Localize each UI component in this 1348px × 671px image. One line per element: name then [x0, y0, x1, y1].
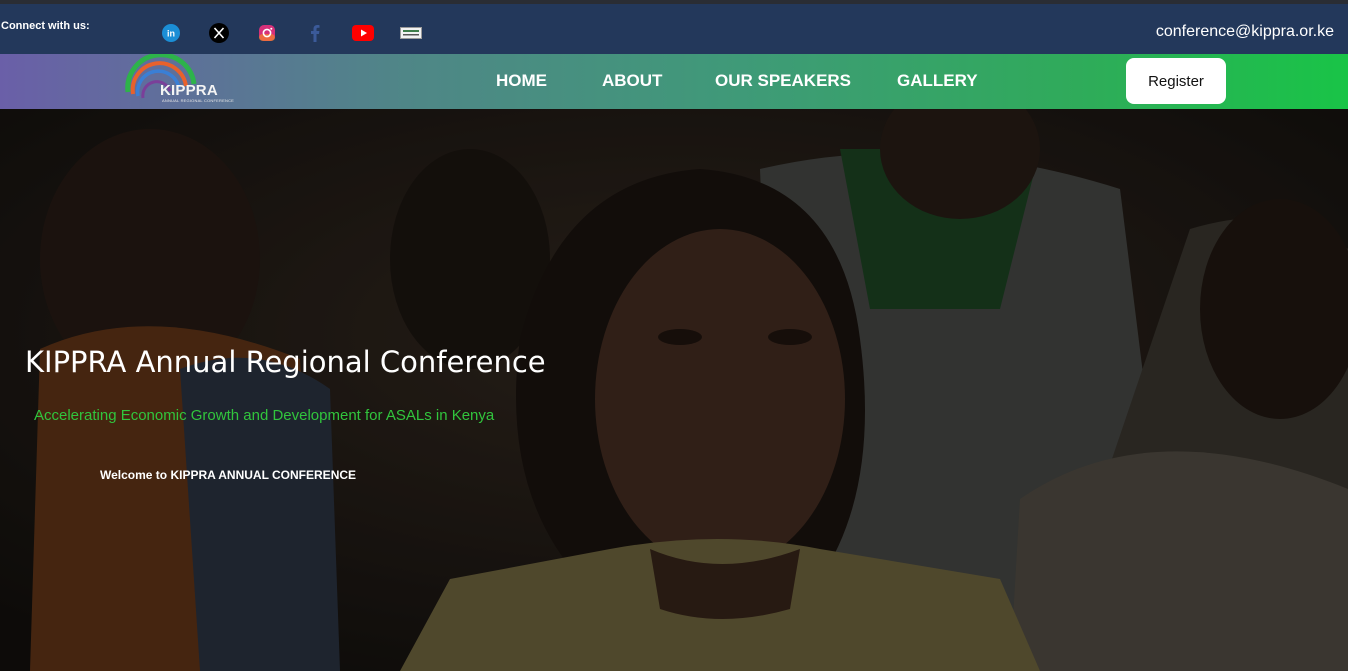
social-topbar: Connect with us: in conference@kippra.or… [0, 4, 1348, 54]
contact-email-link[interactable]: conference@kippra.or.ke [1156, 23, 1334, 41]
hero-banner: KIPPRA Annual Regional Conference Accele… [0, 109, 1348, 671]
connect-label: Connect with us: [1, 20, 90, 32]
youtube-icon[interactable] [352, 22, 374, 44]
nav-home[interactable]: HOME [496, 71, 547, 91]
kippra-badge-icon[interactable] [400, 22, 422, 44]
logo-subtitle: ANNUAL REGIONAL CONFERENCE [162, 98, 235, 103]
nav-about[interactable]: ABOUT [602, 71, 662, 91]
hero-background-photo [0, 109, 1348, 671]
nav-gallery[interactable]: GALLERY [897, 71, 978, 91]
nav-our-speakers[interactable]: OUR SPEAKERS [715, 71, 851, 91]
main-navbar: KIPPRA ANNUAL REGIONAL CONFERENCE HOME A… [0, 54, 1348, 109]
hero-welcome-text: Welcome to KIPPRA ANNUAL CONFERENCE [100, 468, 357, 482]
hero-tagline: Accelerating Economic Growth and Develop… [34, 407, 495, 424]
svg-text:in: in [167, 29, 175, 39]
facebook-icon[interactable] [304, 22, 326, 44]
linkedin-icon[interactable]: in [160, 22, 182, 44]
instagram-icon[interactable] [256, 22, 278, 44]
kippra-logo[interactable]: KIPPRA ANNUAL REGIONAL CONFERENCE [124, 54, 254, 109]
logo-wordmark: KIPPRA [160, 82, 218, 99]
register-button[interactable]: Register [1126, 58, 1226, 104]
hero-title: KIPPRA Annual Regional Conference [25, 345, 546, 379]
x-icon[interactable] [208, 22, 230, 44]
